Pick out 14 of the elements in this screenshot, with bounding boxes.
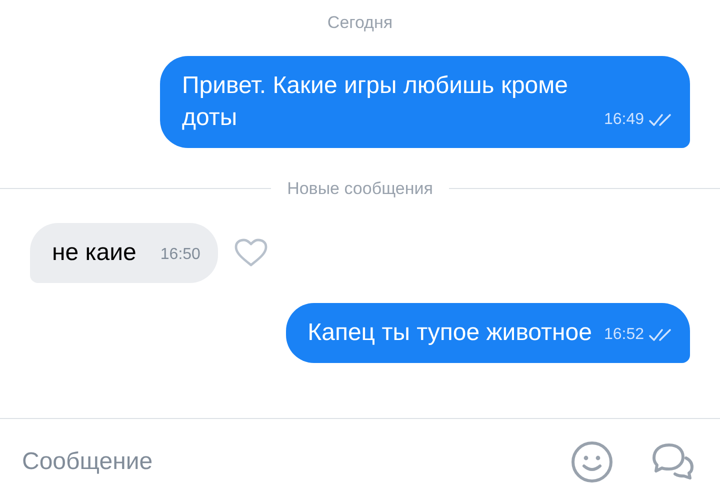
message-text: Привет. Какие игры любишь кроме доты [182,70,570,132]
message-text: Капец ты тупое животное [308,318,592,348]
date-label: Сегодня [327,12,393,34]
message-input[interactable]: Сообщение [22,444,550,480]
message-text: не каие [52,238,136,268]
message-time: 16:50 [160,245,200,265]
double-check-icon [648,112,674,126]
chat-bubbles-icon[interactable] [650,442,696,482]
smiley-icon[interactable] [570,440,614,484]
heart-icon[interactable] [234,238,268,268]
double-check-icon [648,328,674,342]
message-time: 16:49 [604,110,644,130]
message-time: 16:52 [604,325,644,345]
new-messages-label: Новые сообщения [287,178,433,200]
